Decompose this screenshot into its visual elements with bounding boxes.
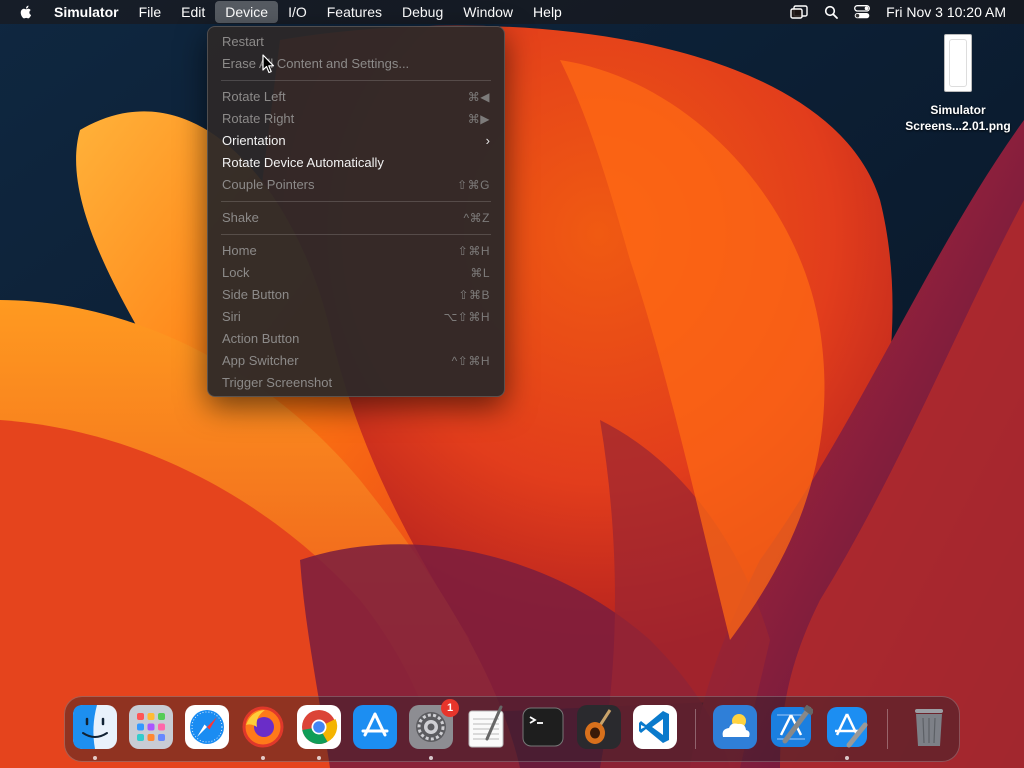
textedit-icon[interactable] bbox=[465, 705, 509, 749]
menu-item-label: Shake bbox=[222, 210, 259, 225]
menu-debug[interactable]: Debug bbox=[392, 1, 453, 23]
menu-item-label: Orientation bbox=[222, 133, 286, 148]
menu-item-couple-pointers[interactable]: Couple Pointers ⇧⌘G bbox=[214, 174, 498, 196]
menu-item-label: Home bbox=[222, 243, 257, 258]
menu-io[interactable]: I/O bbox=[278, 1, 317, 23]
menu-separator bbox=[221, 201, 491, 202]
desktop-file-screenshot[interactable]: Simulator Screens...2.01.png bbox=[896, 34, 1020, 134]
menu-item-shortcut: ⌥⇧⌘H bbox=[443, 310, 490, 324]
menu-item-label: Couple Pointers bbox=[222, 177, 315, 192]
menu-item-trigger-screenshot[interactable]: Trigger Screenshot bbox=[214, 372, 498, 394]
system-settings-icon[interactable]: 1 bbox=[409, 699, 459, 749]
running-indicator bbox=[261, 756, 265, 760]
menu-item-label: Action Button bbox=[222, 331, 300, 346]
menu-item-rotate-device-automatically[interactable]: Rotate Device Automatically bbox=[214, 152, 498, 174]
menu-item-rotate-right[interactable]: Rotate Right ⌘▶ bbox=[214, 108, 498, 130]
firefox-icon[interactable] bbox=[241, 705, 285, 749]
terminal-icon[interactable] bbox=[521, 705, 565, 749]
running-indicator bbox=[429, 756, 433, 760]
menu-item-label: Side Button bbox=[222, 287, 290, 302]
vscode-icon[interactable] bbox=[633, 705, 677, 749]
menu-item-label: Rotate Right bbox=[222, 111, 295, 126]
menu-item-label: App Switcher bbox=[222, 353, 299, 368]
menu-item-label: Siri bbox=[222, 309, 241, 324]
menu-item-shortcut: ^⇧⌘H bbox=[451, 354, 490, 368]
menu-window[interactable]: Window bbox=[453, 1, 523, 23]
running-indicator bbox=[317, 756, 321, 760]
mouse-cursor-icon bbox=[262, 54, 275, 74]
trash-icon[interactable] bbox=[907, 705, 951, 749]
dock-separator bbox=[887, 709, 888, 749]
menu-device[interactable]: Device bbox=[215, 1, 279, 23]
menu-separator bbox=[221, 234, 491, 235]
chevron-right-icon: › bbox=[485, 133, 490, 148]
dock: 1 bbox=[64, 696, 960, 762]
desktop-file-name: Simulator Screens...2.01.png bbox=[905, 103, 1011, 133]
menu-item-label: Erase All Content and Settings... bbox=[222, 56, 410, 71]
menu-item-shortcut: ^⌘Z bbox=[463, 211, 490, 225]
menu-edit[interactable]: Edit bbox=[171, 1, 215, 23]
chrome-icon[interactable] bbox=[297, 705, 341, 749]
menu-item-action-button[interactable]: Action Button bbox=[214, 328, 498, 350]
garageband-icon[interactable] bbox=[577, 705, 621, 749]
menu-item-home[interactable]: Home ⇧⌘H bbox=[214, 240, 498, 262]
menu-item-shortcut: ⌘L bbox=[470, 266, 490, 280]
menu-item-shortcut: ⇧⌘B bbox=[458, 288, 490, 302]
window-switcher-icon[interactable] bbox=[790, 5, 808, 19]
menu-separator bbox=[221, 80, 491, 81]
xcode-icon[interactable] bbox=[769, 705, 813, 749]
finder-icon[interactable] bbox=[73, 705, 117, 749]
menu-item-shortcut: ⌘◀ bbox=[467, 90, 490, 104]
menu-item-orientation[interactable]: Orientation › bbox=[214, 130, 498, 152]
menu-file[interactable]: File bbox=[129, 1, 172, 23]
menu-bar: Simulator File Edit Device I/O Features … bbox=[0, 0, 1024, 24]
file-thumbnail bbox=[944, 34, 972, 92]
menu-item-label: Trigger Screenshot bbox=[222, 375, 333, 390]
notification-badge: 1 bbox=[441, 699, 459, 717]
menu-item-label: Rotate Device Automatically bbox=[222, 155, 384, 170]
menu-item-rotate-left[interactable]: Rotate Left ⌘◀ bbox=[214, 86, 498, 108]
menu-item-label: Restart bbox=[222, 34, 264, 49]
menu-help[interactable]: Help bbox=[523, 1, 572, 23]
safari-icon[interactable] bbox=[185, 705, 229, 749]
weather-icon[interactable] bbox=[713, 705, 757, 749]
menu-item-shake[interactable]: Shake ^⌘Z bbox=[214, 207, 498, 229]
desktop-wallpaper bbox=[0, 0, 1024, 768]
apple-icon[interactable] bbox=[18, 3, 36, 21]
simulator-icon[interactable] bbox=[825, 705, 869, 749]
menu-app-name[interactable]: Simulator bbox=[54, 1, 129, 23]
dock-separator bbox=[695, 709, 696, 749]
device-menu-dropdown: Restart Erase All Content and Settings..… bbox=[207, 26, 505, 397]
menu-item-lock[interactable]: Lock ⌘L bbox=[214, 262, 498, 284]
menu-item-app-switcher[interactable]: App Switcher ^⇧⌘H bbox=[214, 350, 498, 372]
menu-item-side-button[interactable]: Side Button ⇧⌘B bbox=[214, 284, 498, 306]
menu-item-siri[interactable]: Siri ⌥⇧⌘H bbox=[214, 306, 498, 328]
menu-item-label: Lock bbox=[222, 265, 250, 280]
spotlight-search-icon[interactable] bbox=[824, 5, 839, 19]
running-indicator bbox=[93, 756, 97, 760]
menu-features[interactable]: Features bbox=[317, 1, 392, 23]
menu-item-shortcut: ⇧⌘G bbox=[457, 178, 490, 192]
launchpad-icon[interactable] bbox=[129, 705, 173, 749]
menu-item-label: Rotate Left bbox=[222, 89, 286, 104]
menu-item-shortcut: ⌘▶ bbox=[467, 112, 490, 126]
menu-item-shortcut: ⇧⌘H bbox=[457, 244, 490, 258]
app-store-icon[interactable] bbox=[353, 705, 397, 749]
menu-item-erase-all-content[interactable]: Erase All Content and Settings... bbox=[214, 53, 498, 75]
menu-bar-clock[interactable]: Fri Nov 3 10:20 AM bbox=[886, 4, 1006, 20]
menu-item-restart[interactable]: Restart bbox=[214, 31, 498, 53]
running-indicator bbox=[845, 756, 849, 760]
control-center-icon[interactable] bbox=[854, 5, 871, 19]
